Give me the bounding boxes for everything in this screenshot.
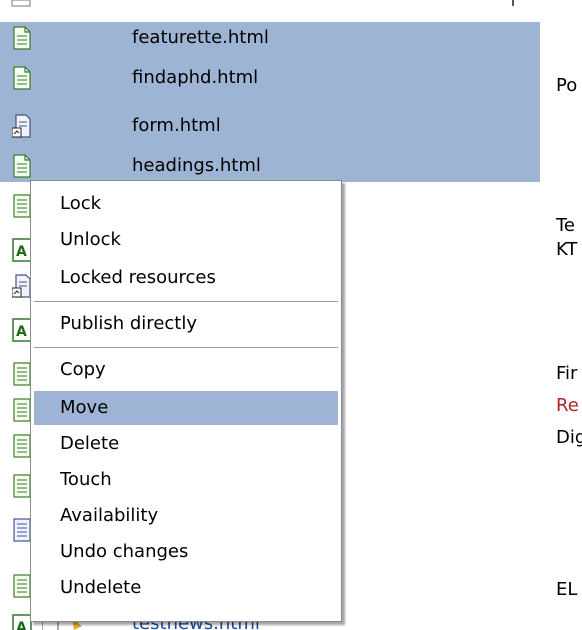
menu-item-undo-changes[interactable]: Undo changes (34, 535, 338, 569)
menu-item-copy[interactable]: Copy (34, 353, 338, 387)
menu-item-label: Publish directly (60, 313, 197, 334)
green-page-icon (12, 398, 32, 422)
menu-item-label: Touch (60, 469, 112, 490)
side-text: Fir (556, 363, 578, 384)
svg-text:A: A (16, 244, 27, 260)
blue-page-icon (12, 518, 32, 542)
file-row[interactable]: headings.html (0, 150, 582, 182)
side-text: Po (556, 75, 578, 96)
form-page-icon (11, 114, 32, 138)
svg-text:A: A (16, 620, 27, 630)
menu-item-undelete[interactable]: Undelete (34, 571, 338, 605)
file-row[interactable]: findaphd.html (0, 62, 582, 94)
side-text: EL (556, 579, 578, 600)
file-name[interactable]: featurette.html (132, 26, 269, 50)
menu-item-label: Delete (60, 433, 120, 454)
green-page-icon (12, 574, 32, 598)
menu-item-label: Unlock (60, 229, 121, 250)
menu-separator (34, 347, 338, 349)
menu-item-label: Move (60, 397, 109, 418)
menu-item-label: Undelete (60, 577, 142, 598)
green-page-icon (12, 434, 32, 458)
file-name[interactable]: findaphd.html (132, 66, 258, 90)
a-page-icon: A (12, 318, 32, 342)
menu-item-touch[interactable]: Touch (34, 463, 338, 497)
menu-item-move[interactable]: Move (34, 391, 338, 425)
green-page-icon (12, 194, 32, 218)
side-text: Dig (556, 427, 582, 448)
menu-item-label: Lock (60, 193, 102, 214)
page-icon (12, 66, 32, 90)
file-row-cropped[interactable] (0, 0, 540, 8)
menu-item-availability[interactable]: Availability (34, 499, 338, 533)
context-menu: Lock Unlock Locked resources Publish dir… (30, 180, 342, 622)
green-page-icon (12, 362, 32, 386)
file-name[interactable]: form.html (132, 114, 221, 138)
menu-item-label: Locked resources (60, 267, 216, 288)
menu-item-locked-resources[interactable]: Locked resources (34, 261, 338, 295)
menu-item-lock[interactable]: Lock (34, 187, 338, 221)
menu-item-label: Availability (60, 505, 159, 526)
a-page-icon: A (12, 614, 32, 630)
menu-separator (34, 301, 338, 303)
file-row[interactable]: featurette.html (0, 22, 582, 54)
a-page-icon: A (12, 238, 32, 262)
menu-item-label: Undo changes (60, 541, 189, 562)
svg-text:A: A (16, 324, 27, 340)
form-page-icon (11, 274, 32, 298)
file-name[interactable]: headings.html (132, 154, 261, 178)
menu-item-unlock[interactable]: Unlock (34, 223, 338, 257)
menu-item-publish-directly[interactable]: Publish directly (34, 307, 338, 341)
menu-item-delete[interactable]: Delete (34, 427, 338, 461)
page-icon (12, 26, 32, 50)
file-row[interactable]: form.html (0, 110, 582, 142)
side-text: KT (556, 239, 578, 260)
side-text-alert: Re (556, 395, 579, 416)
green-page-icon (12, 474, 32, 498)
page-icon (12, 154, 32, 178)
menu-item-label: Copy (60, 359, 106, 380)
